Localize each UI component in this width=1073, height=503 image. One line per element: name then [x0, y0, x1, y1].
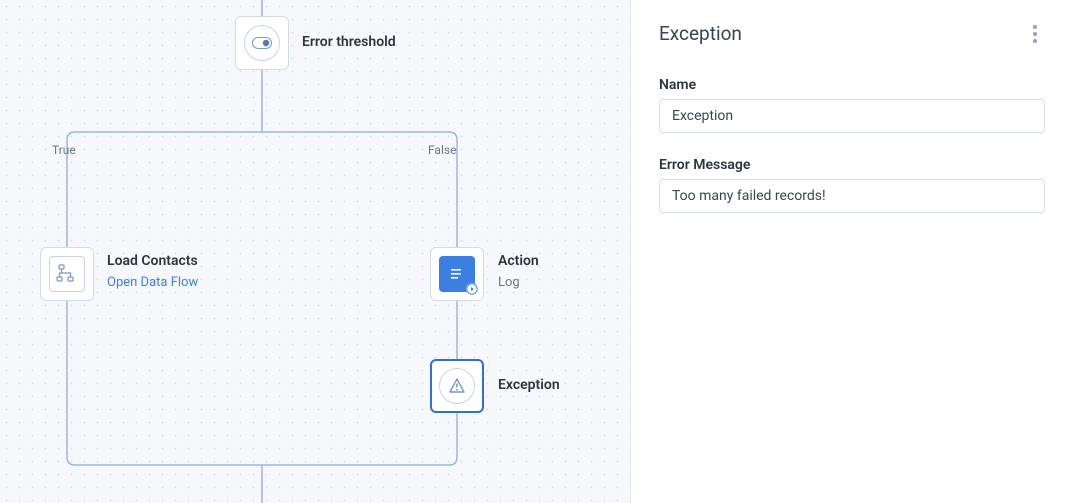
name-field-label: Name: [659, 77, 1045, 93]
node-label-action: Action: [498, 253, 539, 269]
panel-title: Exception: [659, 22, 1045, 45]
warning-icon: [439, 368, 475, 404]
properties-panel: Exception Name Error Message: [630, 0, 1073, 503]
more-options-button[interactable]: [1025, 22, 1045, 46]
link-open-data-flow[interactable]: Open Data Flow: [107, 275, 198, 290]
toggle-icon: [244, 25, 280, 61]
dataflow-icon: [49, 256, 85, 292]
node-label-error-threshold: Error threshold: [302, 34, 396, 50]
branch-label-true: True: [52, 143, 76, 157]
action-icon: [439, 256, 475, 292]
node-label-exception: Exception: [498, 377, 560, 393]
branch-label-false: False: [428, 143, 456, 157]
node-label-load-contacts: Load Contacts: [107, 253, 198, 269]
node-error-threshold[interactable]: [235, 16, 289, 70]
flow-canvas[interactable]: Error threshold True False Load Contacts…: [0, 0, 630, 503]
flow-connectors: [0, 0, 630, 503]
node-sublabel-action: Log: [498, 275, 520, 290]
node-load-contacts[interactable]: [40, 247, 94, 301]
error-message-field[interactable]: [659, 179, 1045, 213]
error-message-field-label: Error Message: [659, 157, 1045, 173]
name-field[interactable]: [659, 99, 1045, 133]
node-exception[interactable]: [430, 359, 484, 413]
node-action[interactable]: [430, 247, 484, 301]
